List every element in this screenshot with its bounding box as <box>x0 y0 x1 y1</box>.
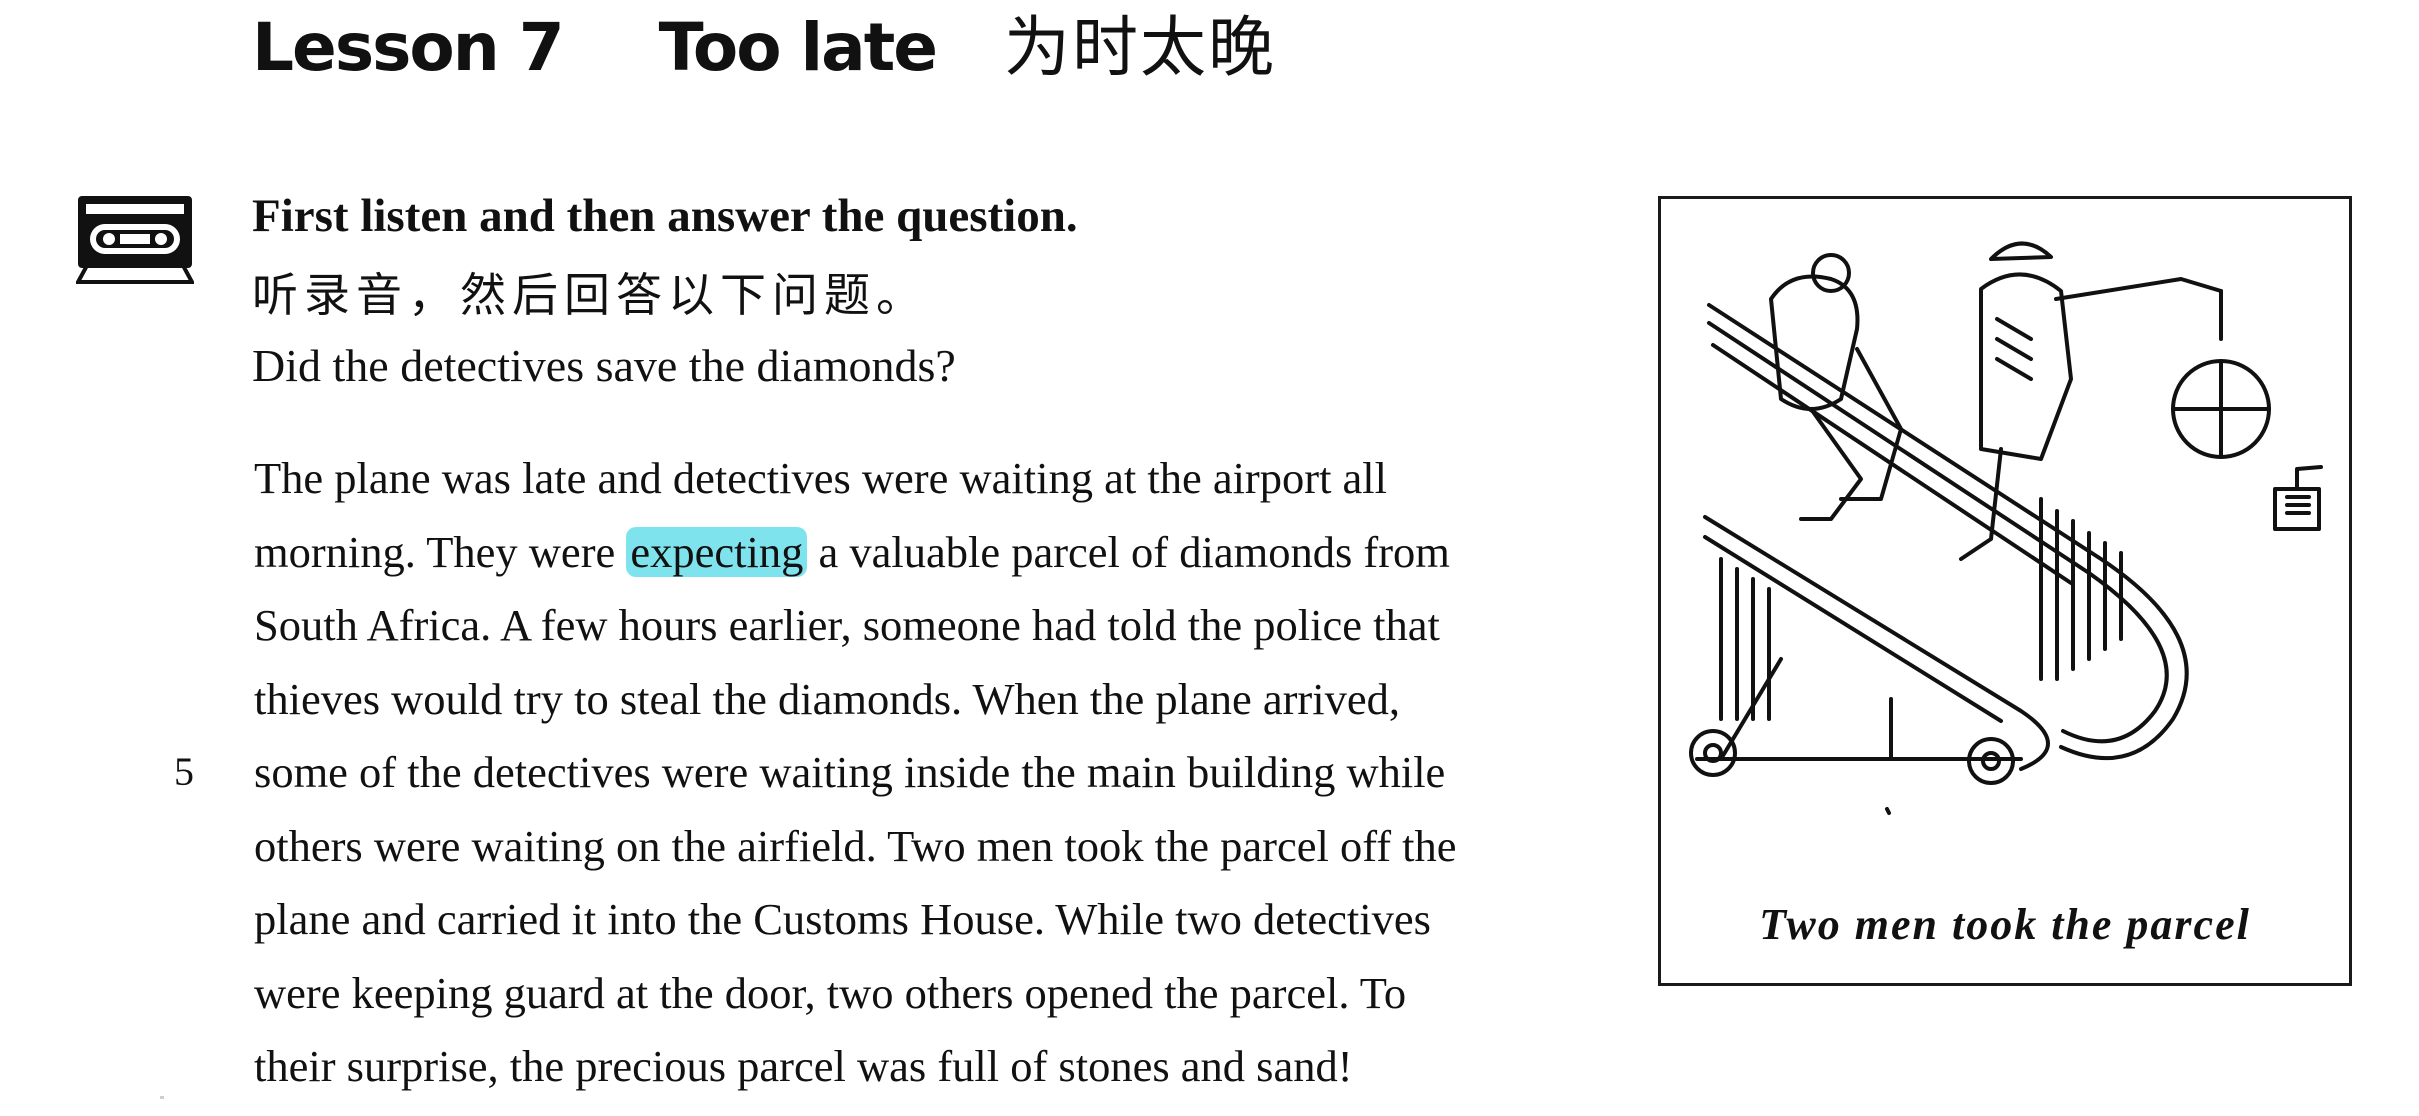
passage-line: morning. They were expecting a valuable … <box>254 516 1574 590</box>
comprehension-question: Did the detectives save the diamonds? <box>252 340 956 391</box>
passage-line: their surprise, the precious parcel was … <box>254 1041 1353 1091</box>
reading-passage: The plane was late and detectives were w… <box>254 442 1574 1104</box>
passage-line: South Africa. A few hours earlier, someo… <box>254 600 1440 650</box>
lesson-number: Lesson 7 <box>252 9 565 86</box>
passage-line: plane and carried it into the Customs Ho… <box>254 894 1431 944</box>
passage-line: were keeping guard at the door, two othe… <box>254 967 1407 1018</box>
passage-line: some of the detectives were waiting insi… <box>254 747 1446 797</box>
instruction-heading: First listen and then answer the questio… <box>252 190 1078 242</box>
escalator-illustration <box>1689 241 2323 815</box>
lesson-title-english: Too late <box>658 9 938 86</box>
lesson-title-chinese: 为时太晚 <box>1004 9 1277 86</box>
line-number: 5 <box>174 749 194 794</box>
passage-line: The plane was late and detectives were w… <box>254 453 1388 503</box>
passage-line: thieves would try to steal the diamonds.… <box>254 673 1400 724</box>
highlighted-word[interactable]: expecting <box>626 526 808 577</box>
passage-text: morning. They were <box>254 526 627 577</box>
passage-text: a valuable parcel of diamonds from <box>807 526 1450 577</box>
figure-caption: Two men took the parcel <box>1759 900 2251 949</box>
cassette-tape-icon[interactable] <box>76 194 194 284</box>
scan-speck <box>160 1096 164 1099</box>
instruction-heading-chinese: 听录音，然后回答以下问题。 <box>252 270 928 321</box>
lesson-title: Lesson 7 Too late 为时太晚 <box>252 8 1276 88</box>
illustration-figure: Two men took the parcel <box>1658 196 2352 986</box>
passage-line: others were waiting on the airfield. Two… <box>254 820 1457 871</box>
